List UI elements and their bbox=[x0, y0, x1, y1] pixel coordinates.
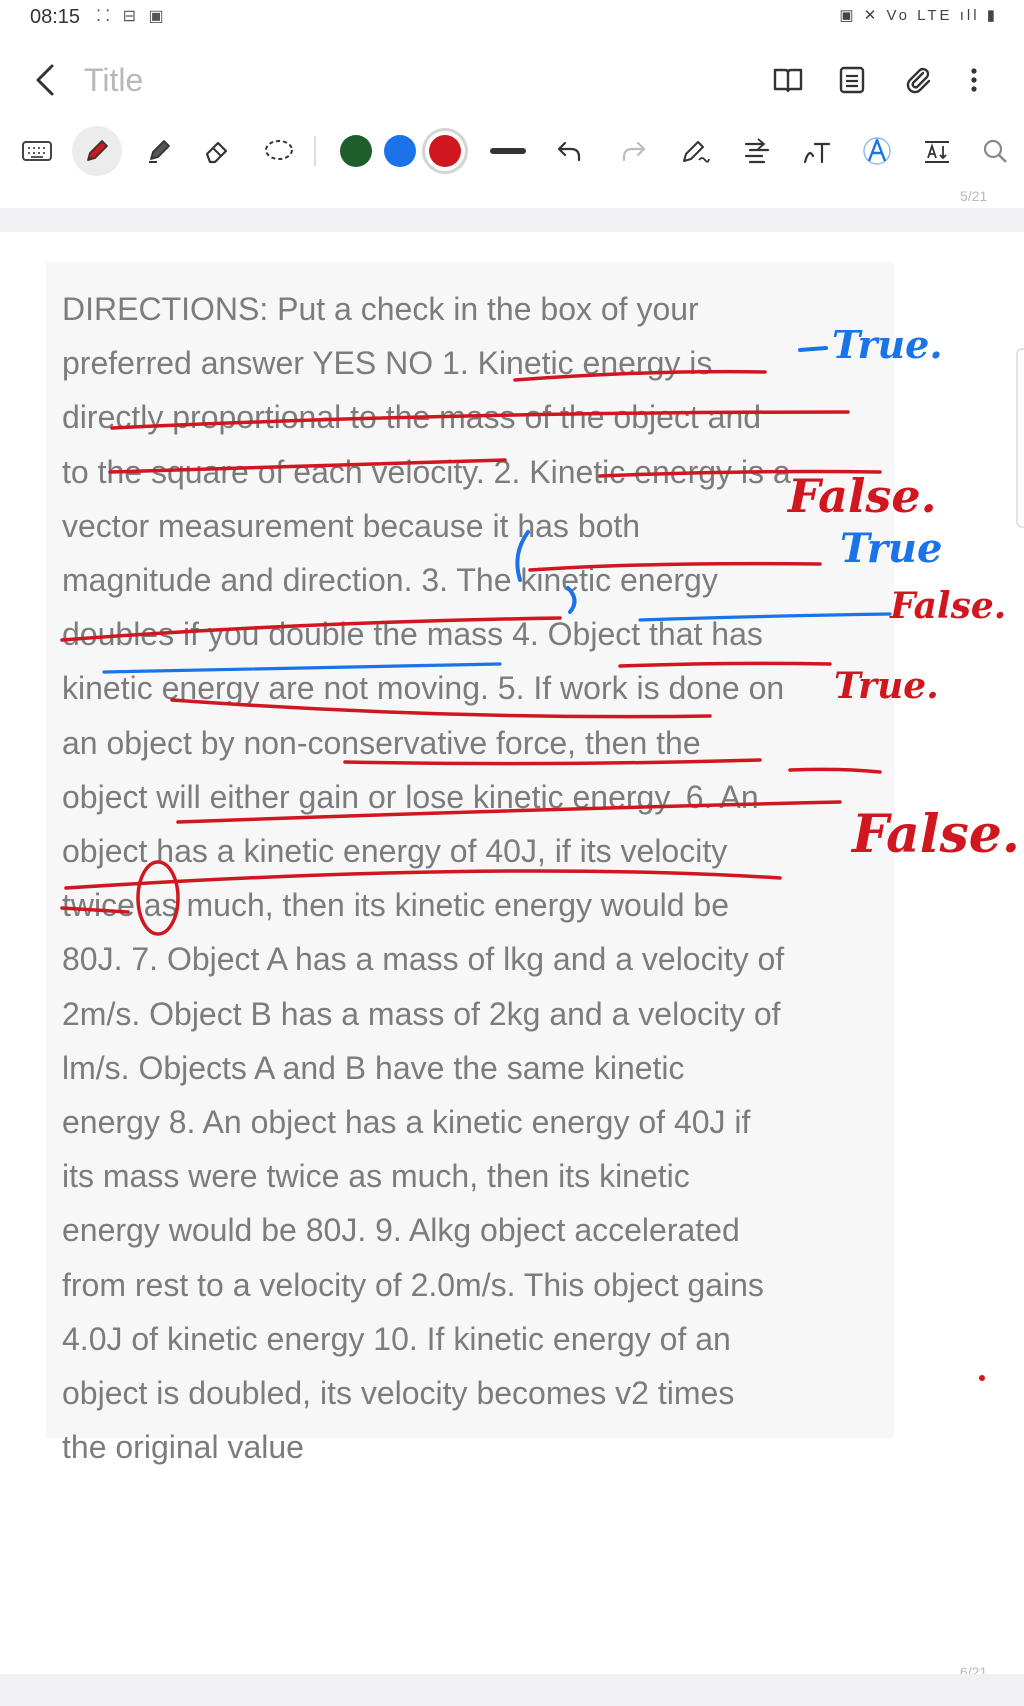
text-line: 2m/s. Object B has a mass of 2kg and a v… bbox=[62, 995, 781, 1032]
notification-icons: ⁚⁚ ⊟ ▣ bbox=[96, 8, 168, 25]
text-line: energy would be 80J. 9. Alkg object acce… bbox=[62, 1212, 740, 1249]
pen-settings-icon bbox=[683, 141, 710, 163]
color-green-swatch[interactable] bbox=[340, 135, 372, 167]
back-button[interactable] bbox=[28, 54, 64, 104]
text-line: 4.0J of kinetic energy 10. If kinetic en… bbox=[62, 1320, 731, 1357]
bottom-page-gap bbox=[0, 1674, 1024, 1706]
text-line: object will either gain or lose kinetic … bbox=[62, 778, 759, 815]
pen-icon bbox=[87, 140, 108, 161]
system-icons: ▣ ✕ Vo LTE ıll ▮ bbox=[839, 7, 998, 24]
lasso-icon bbox=[265, 140, 293, 160]
text-line: magnitude and direction. 3. The kinetic … bbox=[62, 562, 718, 599]
text-line: directly proportional to the mass of the… bbox=[62, 399, 762, 436]
zoom-button[interactable] bbox=[970, 126, 1020, 176]
pen-toolbar bbox=[0, 124, 1024, 180]
lasso-button[interactable] bbox=[254, 126, 304, 176]
handwriting-to-text-icon bbox=[803, 142, 831, 164]
previous-page-number: 5/21 bbox=[960, 188, 988, 204]
highlighter-icon bbox=[149, 140, 170, 163]
page-view-icon bbox=[839, 66, 865, 94]
previous-page-bottom bbox=[0, 182, 1024, 206]
handwritten-answer-4: False. bbox=[889, 585, 1006, 627]
more-icon bbox=[971, 68, 977, 92]
book-icon bbox=[773, 68, 803, 93]
text-align-button[interactable] bbox=[732, 126, 782, 176]
status-bar: 08:15 ⁚⁚ ⊟ ▣ ▣ ✕ Vo LTE ıll ▮ bbox=[0, 0, 1024, 36]
eraser-button[interactable] bbox=[192, 126, 242, 176]
attach-button[interactable] bbox=[896, 58, 940, 102]
redo-button[interactable] bbox=[608, 126, 658, 176]
document-text: DIRECTIONS: Put a check in the box of yo… bbox=[62, 282, 902, 1474]
text-format-icon bbox=[925, 141, 949, 163]
book-view-button[interactable] bbox=[766, 58, 810, 102]
title-bar bbox=[0, 40, 1024, 120]
text-line: an object by non-conservative force, the… bbox=[62, 724, 701, 761]
note-page[interactable]: DIRECTIONS: Put a check in the box of yo… bbox=[0, 232, 1024, 1680]
text-line: its mass were twice as much, then its ki… bbox=[62, 1158, 690, 1195]
text-line: from rest to a velocity of 2.0m/s. This … bbox=[62, 1266, 764, 1303]
more-options-button[interactable] bbox=[952, 58, 996, 102]
handwriting-to-text-button[interactable] bbox=[792, 126, 842, 176]
text-line: energy 8. An object has a kinetic energy… bbox=[62, 1104, 751, 1141]
stroke-width-button[interactable] bbox=[483, 126, 533, 176]
stroke-width-icon bbox=[490, 148, 526, 154]
text-align-icon bbox=[744, 138, 770, 164]
highlighter-button[interactable] bbox=[134, 126, 184, 176]
page-view-button[interactable] bbox=[830, 58, 874, 102]
scroll-handle[interactable] bbox=[1016, 348, 1024, 528]
toolbar-divider bbox=[314, 136, 316, 166]
status-time: 08:15 bbox=[30, 6, 81, 28]
zoom-icon bbox=[983, 139, 1007, 163]
text-line: lm/s. Objects A and B have the same kine… bbox=[62, 1049, 685, 1086]
text-line: to the square of each velocity. 2. Kinet… bbox=[62, 453, 791, 490]
text-line: the original value bbox=[62, 1429, 304, 1466]
text-line: object has a kinetic energy of 40J, if i… bbox=[62, 833, 728, 870]
redo-icon bbox=[622, 141, 646, 162]
ink-dot bbox=[979, 1375, 985, 1381]
color-red-swatch[interactable] bbox=[429, 135, 461, 167]
color-blue-swatch[interactable] bbox=[384, 135, 416, 167]
keyboard-button[interactable] bbox=[12, 126, 62, 176]
text-line: preferred answer YES NO 1. Kinetic energ… bbox=[62, 345, 713, 382]
title-input[interactable] bbox=[84, 58, 684, 102]
text-style-button[interactable] bbox=[852, 126, 902, 176]
attach-icon bbox=[906, 67, 931, 94]
undo-icon bbox=[557, 141, 581, 162]
keyboard-icon bbox=[22, 141, 52, 161]
text-line: object is doubled, its velocity becomes … bbox=[62, 1375, 735, 1412]
text-line: twice as much, then its kinetic energy w… bbox=[62, 887, 729, 924]
text-line: kinetic energy are not moving. 5. If wor… bbox=[62, 670, 785, 707]
text-style-icon bbox=[863, 137, 891, 165]
chevron-left-icon bbox=[36, 64, 54, 96]
text-line: DIRECTIONS: Put a check in the box of yo… bbox=[62, 291, 699, 327]
text-line: 80J. 7. Object A has a mass of lkg and a… bbox=[62, 941, 785, 978]
pen-tool-button[interactable] bbox=[72, 126, 122, 176]
undo-button[interactable] bbox=[545, 126, 595, 176]
text-format-button[interactable] bbox=[912, 126, 962, 176]
page-gap bbox=[0, 208, 1024, 232]
eraser-icon bbox=[205, 141, 228, 164]
pen-settings-button[interactable] bbox=[670, 126, 720, 176]
text-line: vector measurement because it has both bbox=[62, 507, 641, 544]
text-line: doubles if you double the mass 4. Object… bbox=[62, 616, 763, 653]
